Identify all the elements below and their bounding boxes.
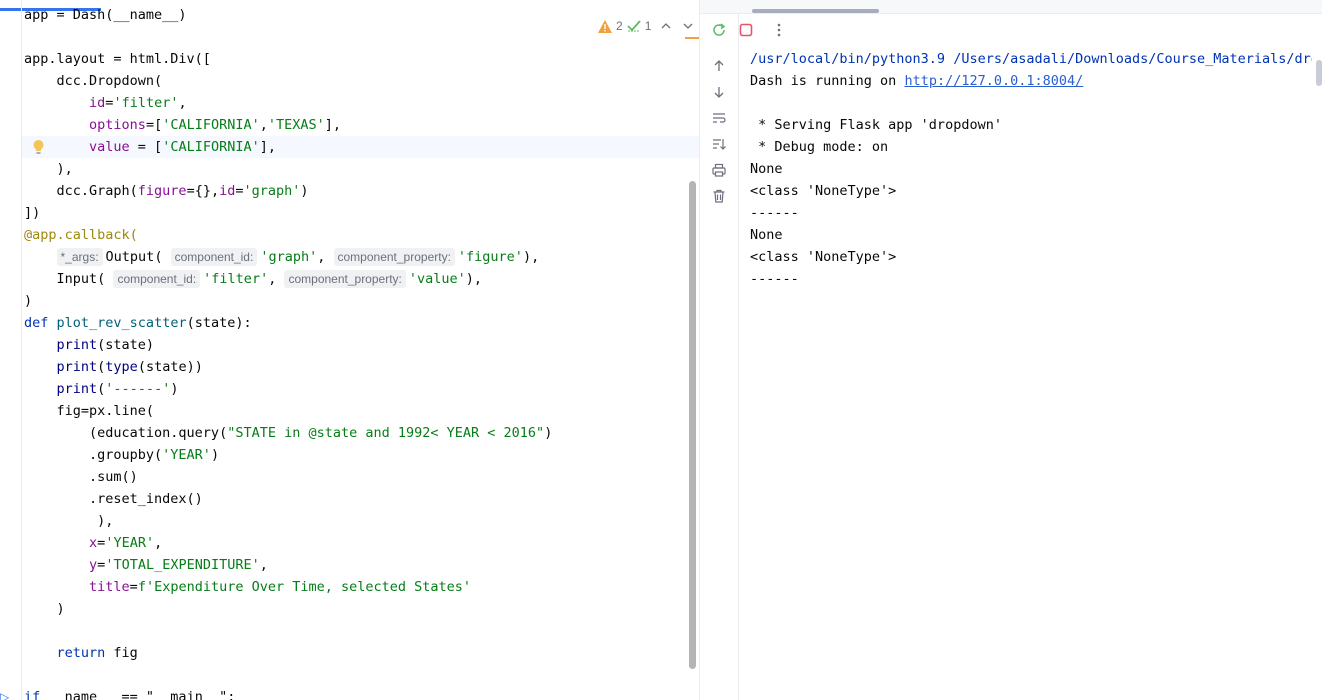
console-line: <class 'NoneType'> <box>750 183 897 199</box>
code-line: id='filter', <box>89 95 187 111</box>
more-options-icon[interactable] <box>771 22 787 38</box>
code-line: title=f'Expenditure Over Time, selected … <box>89 579 472 595</box>
console-scrollbar[interactable] <box>1316 60 1322 86</box>
print-icon[interactable] <box>711 162 727 178</box>
trash-icon[interactable] <box>711 188 727 204</box>
code-line: app.layout = html.Div([ <box>24 51 211 67</box>
code-line: print('------') <box>56 381 179 397</box>
code-line: value = ['CALIFORNIA'], <box>89 139 276 155</box>
param-hint: component_id: <box>113 270 201 288</box>
code-line: ), <box>24 161 73 177</box>
param-hint: component_property: <box>284 270 406 288</box>
scroll-to-end-icon[interactable] <box>711 136 727 152</box>
code-line: return fig <box>56 645 138 661</box>
console-line: /usr/local/bin/python3.9 /Users/asadali/… <box>750 51 1312 67</box>
code-line: .sum() <box>24 469 138 485</box>
code-line: ) <box>24 601 65 617</box>
param-hint: component_id: <box>170 248 258 266</box>
code-line: ) <box>24 293 33 309</box>
run-toolbar <box>700 13 781 700</box>
run-gutter-icon[interactable]: ▷ <box>0 690 9 700</box>
console-line: * Debug mode: on <box>750 139 889 155</box>
run-panel: /usr/local/bin/python3.9 /Users/asadali/… <box>700 0 1322 700</box>
run-panel-header <box>700 0 1322 14</box>
check-count: 1 <box>644 19 652 33</box>
code-line: fig=px.line( <box>24 403 155 419</box>
rerun-icon[interactable] <box>711 22 727 38</box>
param-hint: component_property: <box>333 248 455 266</box>
console-line: Dash is running on http://127.0.0.1:8004… <box>750 73 1084 89</box>
editor-scrollbar[interactable] <box>689 181 696 669</box>
chevron-down-icon[interactable] <box>683 19 693 33</box>
code-line: print(type(state)) <box>56 359 203 375</box>
console-line: ------ <box>750 205 799 221</box>
code-line: dcc.Dropdown( <box>24 73 163 89</box>
console-line: ------ <box>750 271 799 287</box>
code-editor[interactable]: 2 1 app = Dash(__name__) app.layout = ht… <box>0 0 699 700</box>
code-line: print(state) <box>56 337 155 353</box>
warning-count: 2 <box>616 19 623 33</box>
inspection-widget[interactable]: 2 1 <box>598 18 693 34</box>
console-line: None <box>750 161 783 177</box>
code-line: dcc.Graph(figure={},id='graph') <box>24 183 309 199</box>
arrow-up-icon[interactable] <box>711 58 727 74</box>
code-line: (education.query("STATE in @state and 19… <box>24 425 553 441</box>
arrow-down-icon[interactable] <box>711 84 727 100</box>
code-line: Input( component_id:'filter', component_… <box>56 270 483 288</box>
stop-icon[interactable] <box>738 22 754 38</box>
warning-icon <box>598 19 612 33</box>
code-line: app = Dash(__name__) <box>24 7 187 23</box>
console-line: * Serving Flask app 'dropdown' <box>750 117 1002 133</box>
soft-wrap-icon[interactable] <box>711 110 727 126</box>
console-output[interactable]: /usr/local/bin/python3.9 /Users/asadali/… <box>750 48 1312 290</box>
code-line: ]) <box>24 205 41 221</box>
param-hint: *_args: <box>56 248 103 266</box>
code-line: *_args: Output( component_id:'graph', com… <box>24 246 539 268</box>
console-line: None <box>750 227 783 243</box>
code-line: .groupby('YEAR') <box>24 447 220 463</box>
code-line: @app.callback( <box>24 227 138 243</box>
inspection-indicator <box>685 37 699 39</box>
drag-handle[interactable] <box>752 9 879 13</box>
code-line: options=['CALIFORNIA','TEXAS'], <box>89 117 342 133</box>
code-line: y='TOTAL_EXPENDITURE', <box>89 557 268 573</box>
code-line: ), <box>24 513 114 529</box>
code-line: x='YEAR', <box>89 535 163 551</box>
server-url-link[interactable]: http://127.0.0.1:8004/ <box>904 73 1083 89</box>
chevron-up-icon[interactable] <box>661 19 671 33</box>
code-line: def plot_rev_scatter(state): <box>24 315 252 331</box>
code-line: .reset_index() <box>24 491 203 507</box>
typo-check-icon <box>627 20 641 32</box>
code-line: if __name__ == "__main__": <box>24 689 236 700</box>
editor-gutter <box>21 0 22 700</box>
console-line: <class 'NoneType'> <box>750 249 897 265</box>
